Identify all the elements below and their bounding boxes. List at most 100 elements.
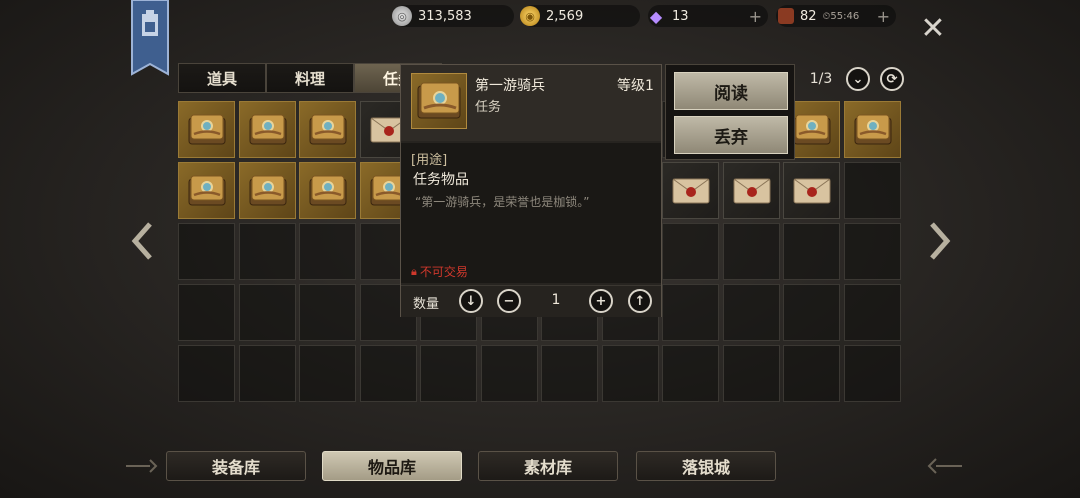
inventory-slot-empty[interactable] xyxy=(662,284,719,341)
inventory-slot-empty[interactable] xyxy=(299,345,356,402)
stamina-counter: 82 ⏲55:46 + xyxy=(776,5,896,27)
inventory-slot-empty[interactable] xyxy=(843,223,901,280)
inventory-slot-empty[interactable] xyxy=(843,162,901,219)
quest-book-icon xyxy=(249,175,286,206)
inventory-slot-empty[interactable] xyxy=(178,345,235,402)
inventory-slot-empty[interactable] xyxy=(420,345,477,402)
tab-items[interactable]: 道具 xyxy=(178,63,266,93)
discard-button[interactable]: 丢弃 xyxy=(674,116,788,154)
quest-book-icon xyxy=(854,114,891,145)
tooltip-body: [用途] 任务物品 “第一游骑兵，是荣誉也是枷锁。” 🔒︎ 不可交易 xyxy=(401,143,661,283)
inventory-slot-letter[interactable] xyxy=(662,162,719,219)
inventory-slot-empty[interactable] xyxy=(783,345,840,402)
inventory-slot-book[interactable] xyxy=(178,162,235,219)
sealed-letter-icon xyxy=(793,178,831,204)
inventory-slot-empty[interactable] xyxy=(299,284,356,341)
quantity-decrease-icon[interactable]: − xyxy=(497,289,521,313)
usage-text: 任务物品 xyxy=(413,172,469,188)
item-action-panel: 阅读 丢弃 xyxy=(665,64,795,160)
inventory-slot-empty[interactable] xyxy=(843,284,901,341)
silver-counter: ◎ 313,583 xyxy=(392,5,514,27)
inventory-slot-book[interactable] xyxy=(843,101,901,158)
item-description: “第一游骑兵，是荣誉也是枷锁。” xyxy=(415,195,590,209)
chevron-right-icon[interactable] xyxy=(928,222,952,260)
quantity-max-icon[interactable]: ↑ xyxy=(628,289,652,313)
quest-book-icon xyxy=(309,114,347,145)
inventory-slot-empty[interactable] xyxy=(843,345,901,402)
tab-cooking[interactable]: 料理 xyxy=(266,63,354,93)
nav-material-storage[interactable]: 素材库 xyxy=(478,451,618,481)
gold-counter: ◉ 2,569 xyxy=(520,5,640,27)
inventory-slot-empty[interactable] xyxy=(238,284,296,341)
inventory-slot-empty[interactable] xyxy=(238,223,296,280)
nav-silverfall-city[interactable]: 落银城 xyxy=(636,451,776,481)
inventory-slot-book[interactable] xyxy=(299,101,356,158)
quest-book-icon xyxy=(188,175,226,206)
inventory-slot-empty[interactable] xyxy=(783,223,840,280)
inventory-slot-letter[interactable] xyxy=(783,162,840,219)
quest-book-icon xyxy=(793,114,831,145)
gem-counter: ◆ 13 + xyxy=(648,5,768,27)
inventory-slot-empty[interactable] xyxy=(783,284,840,341)
trade-restriction: 🔒︎ 不可交易 xyxy=(411,264,468,280)
inventory-slot-letter[interactable] xyxy=(722,162,780,219)
quest-book-icon xyxy=(309,175,347,206)
sealed-letter-icon xyxy=(672,178,710,204)
refresh-icon[interactable]: ⟳ xyxy=(880,67,904,91)
lock-icon: 🔒︎ xyxy=(411,264,417,278)
inventory-slot-empty[interactable] xyxy=(359,345,417,402)
quantity-increase-icon[interactable]: + xyxy=(589,289,613,313)
read-button[interactable]: 阅读 xyxy=(674,72,788,110)
stamina-timer: ⏲55:46 xyxy=(822,10,860,22)
inventory-slot-empty[interactable] xyxy=(601,345,659,402)
silver-value: 313,583 xyxy=(418,8,472,24)
nav-item-storage[interactable]: 物品库 xyxy=(322,451,462,481)
inventory-slot-empty[interactable] xyxy=(662,345,719,402)
quantity-min-icon[interactable]: ↓ xyxy=(459,289,483,313)
inventory-slot-empty[interactable] xyxy=(722,345,780,402)
nav-equipment-storage[interactable]: 装备库 xyxy=(166,451,306,481)
inventory-slot-book[interactable] xyxy=(238,101,296,158)
item-tooltip: 第一游骑兵 等级1 任务 [用途] 任务物品 “第一游骑兵，是荣誉也是枷锁。” … xyxy=(400,64,662,317)
add-gem-plus-icon[interactable]: + xyxy=(749,7,762,26)
add-stamina-plus-icon[interactable]: + xyxy=(877,7,890,26)
stamina-value: 82 xyxy=(800,8,817,24)
quantity-label: 数量 xyxy=(413,297,440,312)
tooltip-header: 第一游骑兵 等级1 任务 xyxy=(401,65,661,141)
sealed-letter-icon xyxy=(733,178,770,204)
silver-coin-icon: ◎ xyxy=(392,6,412,26)
inventory-slot-empty[interactable] xyxy=(662,223,719,280)
item-name: 第一游骑兵 xyxy=(475,78,545,94)
nav-ornament-left-icon xyxy=(126,459,158,473)
inventory-slot-empty[interactable] xyxy=(722,223,780,280)
nav-ornament-right-icon xyxy=(927,458,962,474)
quest-book-icon xyxy=(411,73,467,129)
quest-book-icon xyxy=(249,114,286,145)
inventory-slot-empty[interactable] xyxy=(541,345,598,402)
page-indicator: 1/3 xyxy=(809,71,833,87)
guild-banner-icon[interactable] xyxy=(130,0,170,82)
gold-coin-icon: ◉ xyxy=(520,6,540,26)
inventory-slot-empty[interactable] xyxy=(299,223,356,280)
inventory-slot-empty[interactable] xyxy=(238,345,296,402)
chevron-down-icon[interactable]: ⌄ xyxy=(846,67,870,91)
stamina-scroll-icon xyxy=(778,8,794,24)
gold-value: 2,569 xyxy=(546,8,584,24)
inventory-slot-empty[interactable] xyxy=(178,223,235,280)
quantity-value[interactable]: 1 xyxy=(541,292,571,308)
inventory-slot-empty[interactable] xyxy=(178,284,235,341)
chevron-left-icon[interactable] xyxy=(130,222,154,260)
item-level: 等级1 xyxy=(617,78,654,94)
quest-book-icon xyxy=(188,114,226,145)
diamond-icon: ◆ xyxy=(649,6,663,26)
item-type: 任务 xyxy=(475,100,502,115)
usage-header: [用途] xyxy=(411,153,448,168)
gem-value: 13 xyxy=(672,8,689,24)
inventory-slot-book[interactable] xyxy=(178,101,235,158)
inventory-slot-empty[interactable] xyxy=(722,284,780,341)
quantity-stepper: 数量 ↓ − 1 + ↑ xyxy=(401,285,661,317)
inventory-slot-book[interactable] xyxy=(238,162,296,219)
inventory-slot-book[interactable] xyxy=(299,162,356,219)
inventory-slot-empty[interactable] xyxy=(480,345,538,402)
close-icon[interactable]: ✕ xyxy=(918,14,948,44)
